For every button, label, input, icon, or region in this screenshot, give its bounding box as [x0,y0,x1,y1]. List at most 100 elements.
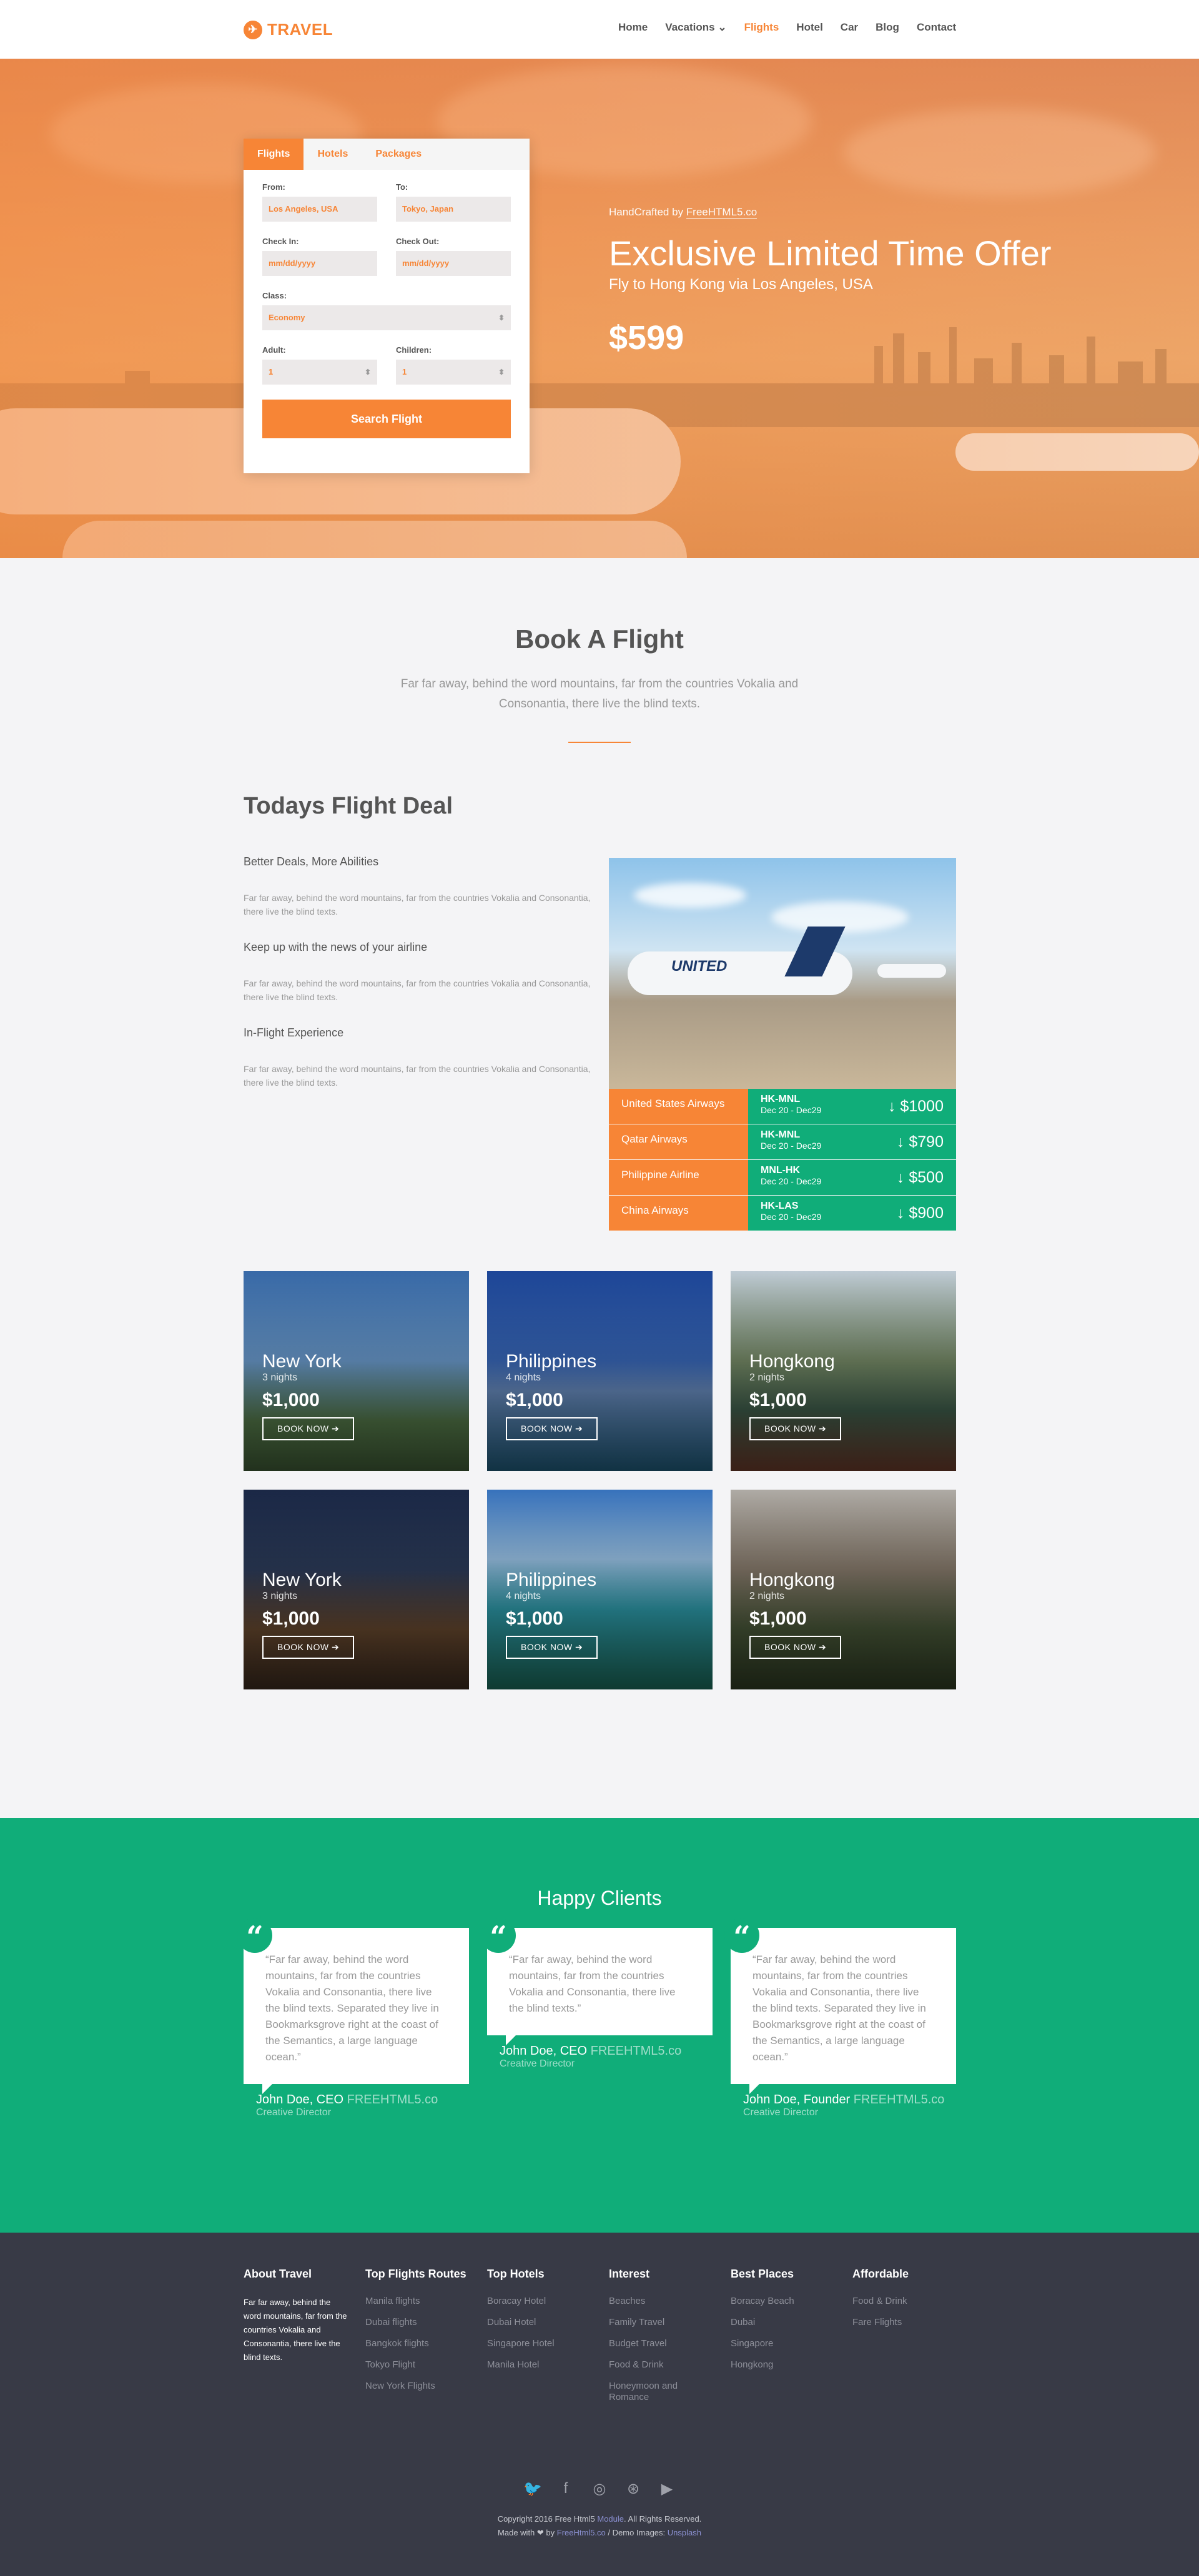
footer-link[interactable]: Food & Drink [852,2296,965,2307]
destination-card[interactable]: Hongkong 2 nights $1,000 BOOK NOW ➔ [731,1271,956,1471]
freehtml5-link[interactable]: FreeHtml5.co [557,2528,606,2537]
nav-car[interactable]: Car [832,21,867,34]
children-select[interactable]: 1 [396,360,511,385]
footer-link[interactable]: Manila Hotel [487,2359,600,2371]
to-label: To: [396,182,408,192]
instagram-icon[interactable]: ◎ [591,2480,608,2498]
nav-hotel[interactable]: Hotel [787,21,832,34]
footer-link[interactable]: Boracay Hotel [487,2296,600,2307]
book-now-button[interactable]: BOOK NOW ➔ [506,1417,598,1440]
checkin-label: Check In: [262,237,299,246]
book-now-button[interactable]: BOOK NOW ➔ [749,1636,842,1659]
testimonial-text: “Far far away, behind the word mountains… [752,1954,926,2063]
footer-link[interactable]: Singapore [731,2338,843,2349]
testimonial-bubble: ““Far far away, behind the word mountain… [481,1918,713,2045]
footer-link[interactable]: Beaches [609,2296,696,2307]
nav-contact[interactable]: Contact [908,21,965,34]
twitter-icon[interactable]: 🐦 [523,2480,542,2498]
footer-link[interactable]: Bangkok flights [365,2338,478,2349]
to-field-group: To: Tokyo, Japan [396,182,511,222]
children-field-group: Children: 1 [396,345,511,385]
tab-packages[interactable]: Packages [362,139,435,170]
footer-link[interactable]: Fare Flights [852,2317,965,2328]
plane-livery-text: UNITED [671,958,728,975]
footer-link[interactable]: Food & Drink [609,2359,696,2371]
airline-name: China Airways [609,1196,748,1231]
footer-link[interactable]: Budget Travel [609,2338,696,2349]
hero-section: Flights Hotels Packages From: Los Angele… [0,59,1199,558]
card-price: $1,000 [506,1608,563,1629]
tab-flights[interactable]: Flights [244,139,304,170]
checkout-input[interactable]: mm/dd/yyyy [396,251,511,276]
form-row: Class: Economy [262,291,511,330]
footer-link[interactable]: Dubai Hotel [487,2317,600,2328]
footer-link[interactable]: Boracay Beach [731,2296,843,2307]
facebook-icon[interactable]: f [557,2480,575,2498]
unsplash-link[interactable]: Unsplash [668,2528,701,2537]
book-now-button[interactable]: BOOK NOW ➔ [262,1417,355,1440]
card-city: New York [262,1351,342,1372]
destination-card[interactable]: New York 3 nights $1,000 BOOK NOW ➔ [244,1490,469,1689]
happy-clients-section: Happy Clients ““Far far away, behind the… [0,1818,1199,2233]
destination-card[interactable]: Philippines 4 nights $1,000 BOOK NOW ➔ [487,1490,713,1689]
credit-link[interactable]: FreeHTML5.co [686,206,757,219]
checkin-input[interactable]: mm/dd/yyyy [262,251,377,276]
to-input[interactable]: Tokyo, Japan [396,197,511,222]
site-header: ✈ TRAVEL Home Vacations ⌄ Flights Hotel … [0,0,1199,59]
deal-amount: $1000 [900,1098,944,1115]
footer-link[interactable]: Singapore Hotel [487,2338,600,2349]
footer-link[interactable]: Honeymoon and Romance [609,2381,696,2403]
adult-select[interactable]: 1 [262,360,377,385]
destination-card[interactable]: Hongkong 2 nights $1,000 BOOK NOW ➔ [731,1490,956,1689]
book-now-button[interactable]: BOOK NOW ➔ [506,1636,598,1659]
destination-card[interactable]: New York 3 nights $1,000 BOOK NOW ➔ [244,1271,469,1471]
card-city: Philippines [506,1351,597,1372]
book-now-button[interactable]: BOOK NOW ➔ [749,1417,842,1440]
footer-link[interactable]: Dubai [731,2317,843,2328]
footer-link[interactable]: Hongkong [731,2359,843,2371]
dribbble-icon[interactable]: ⊛ [624,2480,642,2498]
book-flight-title: Book A Flight [515,624,684,654]
tab-hotels[interactable]: Hotels [303,139,362,170]
youtube-icon[interactable]: ▶ [658,2480,676,2498]
united-plane-image: UNITED [609,858,956,1089]
deal-row[interactable]: China Airways HK-LAS Dec 20 - Dec29 ↓ $900 [609,1196,956,1231]
footer-link[interactable]: Family Travel [609,2317,696,2328]
footer-link[interactable]: Manila flights [365,2296,478,2307]
nav-blog[interactable]: Blog [867,21,908,34]
nav-home[interactable]: Home [609,21,656,34]
deal-amount: $500 [909,1169,944,1186]
destination-card[interactable]: Philippines 4 nights $1,000 BOOK NOW ➔ [487,1271,713,1471]
card-nights: 2 nights [749,1591,785,1601]
module-link[interactable]: Module [597,2514,624,2524]
footer-col-title: Top Hotels [487,2268,545,2280]
deal-row[interactable]: United States Airways HK-MNL Dec 20 - Dec… [609,1089,956,1124]
testimonial: ““Far far away, behind the word mountain… [481,1918,713,2070]
quote-icon: “ [724,1918,759,1955]
class-field-group: Class: Economy [262,291,511,330]
book-now-button[interactable]: BOOK NOW ➔ [262,1636,355,1659]
search-flight-button[interactable]: Search Flight [262,400,511,438]
search-tabs: Flights Hotels Packages [244,139,530,170]
form-row: From: Los Angeles, USA To: Tokyo, Japan [262,182,511,222]
deal-route: HK-MNL Dec 20 - Dec29 ↓ $1000 [748,1089,956,1124]
deal-row[interactable]: Philippine Airline MNL-HK Dec 20 - Dec29 ↓… [609,1160,956,1196]
logo[interactable]: ✈ TRAVEL [244,20,333,39]
from-input[interactable]: Los Angeles, USA [262,197,377,222]
footer-link[interactable]: New York Flights [365,2381,478,2392]
nav-vacations[interactable]: Vacations ⌄ [656,21,735,34]
main-nav: Home Vacations ⌄ Flights Hotel Car Blog … [609,21,965,34]
feature-heading: Keep up with the news of your airline [244,941,428,953]
arrow-down-icon: ↓ [896,1204,905,1222]
class-select[interactable]: Economy [262,305,511,330]
nav-flights[interactable]: Flights [736,21,788,34]
site-footer: About Travel Far far away, behind the wo… [0,2233,1199,2576]
deal-price: ↓ $500 [897,1169,944,1187]
arrow-down-icon: ↓ [888,1098,896,1115]
class-label: Class: [262,291,287,300]
deal-row[interactable]: Qatar Airways HK-MNL Dec 20 - Dec29 ↓ $790 [609,1124,956,1160]
footer-link[interactable]: Dubai flights [365,2317,478,2328]
checkin-field-group: Check In: mm/dd/yyyy [262,237,377,276]
footer-link[interactable]: Tokyo Flight [365,2359,478,2371]
deal-route: HK-MNL Dec 20 - Dec29 ↓ $790 [748,1124,956,1159]
